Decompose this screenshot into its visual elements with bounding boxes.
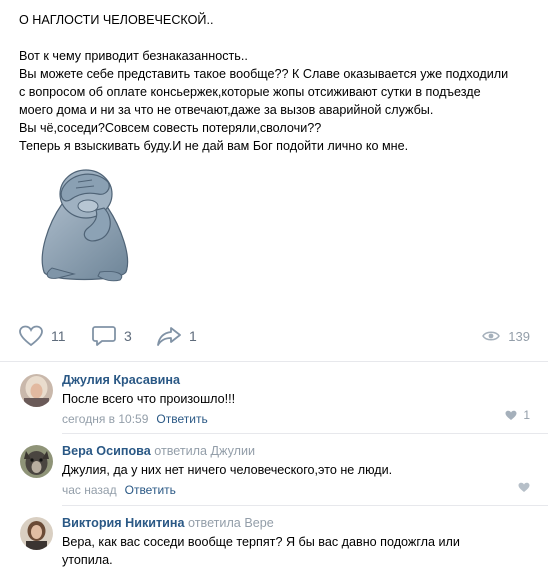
comment-like-count: 1 bbox=[523, 408, 530, 422]
comment-like-button[interactable] bbox=[518, 482, 530, 493]
replied-prefix: ответила bbox=[154, 444, 208, 458]
reply-button[interactable]: Ответить bbox=[156, 412, 207, 426]
post-title: О НАГЛОСТИ ЧЕЛОВЕЧЕСКОЙ.. bbox=[19, 13, 214, 27]
post-line: с вопросом об оплате консьержек,которые … bbox=[19, 85, 481, 99]
comment-author[interactable]: Джулия Красавина bbox=[62, 373, 180, 387]
comment-icon bbox=[92, 326, 116, 346]
comment-time[interactable]: час назад bbox=[62, 483, 117, 497]
replied-to[interactable]: Джулии bbox=[211, 444, 256, 458]
eye-icon bbox=[482, 331, 501, 341]
facepalm-seal-sticker bbox=[41, 169, 129, 282]
share-icon bbox=[157, 327, 181, 346]
share-button[interactable]: 1 bbox=[157, 322, 197, 350]
comment-divider bbox=[62, 433, 548, 434]
post-line: Теперь я взыскивать буду.И не дай вам Бо… bbox=[19, 139, 409, 153]
replied-prefix: ответила bbox=[188, 516, 241, 530]
avatar-woman-blonde-icon bbox=[20, 374, 53, 407]
post-line: Вы можете себе представить такое вообще?… bbox=[19, 67, 509, 81]
comment-author[interactable]: Виктория Никитина bbox=[62, 516, 185, 530]
comment-button[interactable]: 3 bbox=[92, 322, 132, 350]
comment-text-line: утопила. bbox=[62, 553, 113, 567]
post-line: Вот к чему приводит безнаказанность.. bbox=[19, 49, 248, 63]
avatar-woman-icon bbox=[20, 517, 53, 550]
avatar[interactable] bbox=[20, 517, 53, 550]
avatar-dog-icon bbox=[20, 445, 53, 478]
view-count: 139 bbox=[508, 328, 530, 344]
post-line: моего дома и ни за что не отвечают,даже … bbox=[19, 103, 434, 117]
post-text: О НАГЛОСТИ ЧЕЛОВЕЧЕСКОЙ.. Вот к чему при… bbox=[19, 11, 539, 155]
post-divider bbox=[0, 361, 548, 362]
heart-icon bbox=[19, 325, 43, 347]
comment-text: Вера, как вас соседи вообще терпят? Я бы… bbox=[62, 533, 532, 569]
views-counter: 139 bbox=[482, 322, 530, 350]
post-line: Вы чё,соседи?Совсем совесть потеряли,сво… bbox=[19, 121, 322, 135]
comment-time[interactable]: сегодня в 10:59 bbox=[62, 412, 148, 426]
replied-to[interactable]: Вере bbox=[244, 516, 273, 530]
comment-author[interactable]: Вера Осипова bbox=[62, 444, 151, 458]
avatar[interactable] bbox=[20, 445, 53, 478]
heart-icon bbox=[505, 410, 517, 420]
comment-count: 3 bbox=[124, 328, 132, 344]
comment-text-line: Вера, как вас соседи вообще терпят? Я бы… bbox=[62, 535, 460, 549]
comment-divider bbox=[62, 505, 548, 506]
post-actions: 11 3 1 139 bbox=[0, 322, 548, 350]
comment-text: После всего что произошло!!! bbox=[62, 392, 236, 406]
heart-icon bbox=[518, 482, 530, 492]
comment-like-button[interactable]: 1 bbox=[505, 408, 530, 422]
like-button[interactable]: 11 bbox=[19, 322, 66, 350]
reply-button[interactable]: Ответить bbox=[125, 483, 176, 497]
comment-text: Джулия, да у них нет ничего человеческог… bbox=[62, 463, 393, 477]
share-count: 1 bbox=[189, 328, 197, 344]
like-count: 11 bbox=[51, 328, 66, 344]
avatar[interactable] bbox=[20, 374, 53, 407]
